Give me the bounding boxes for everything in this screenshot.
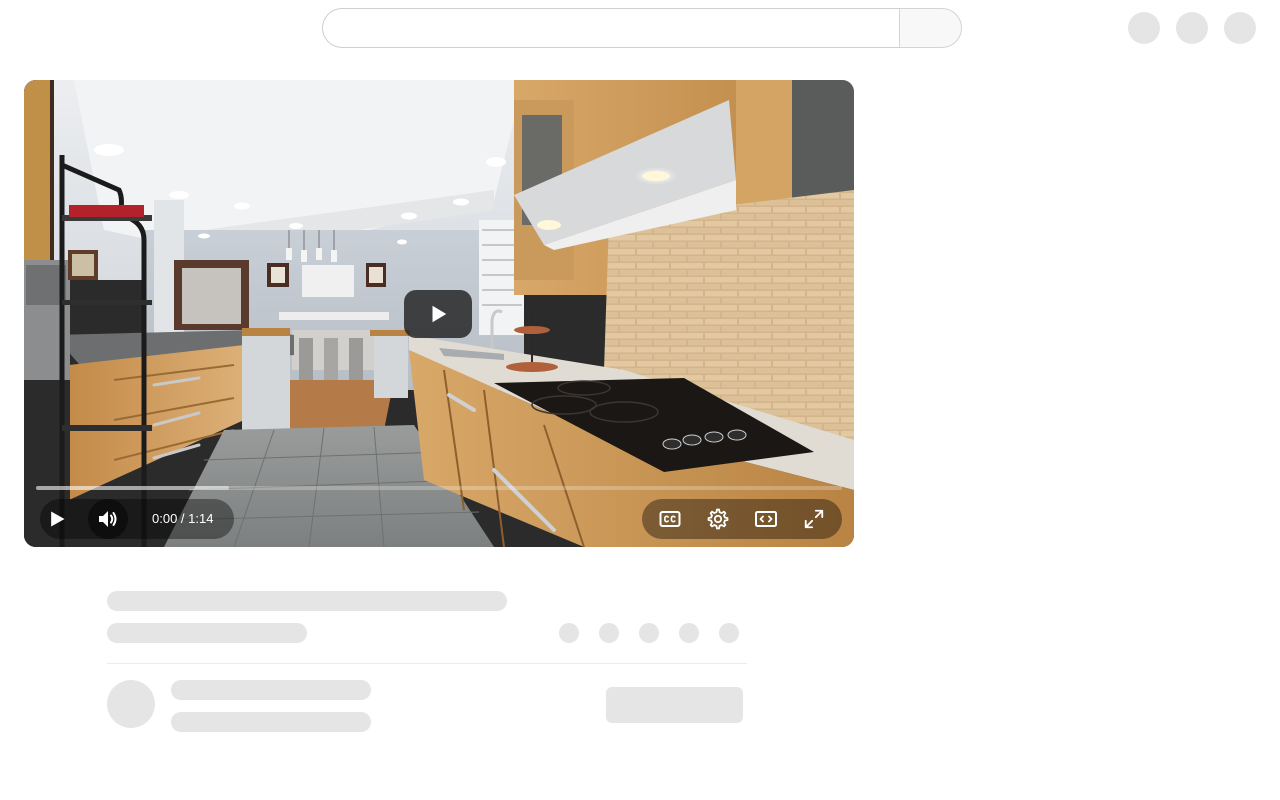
action-placeholder bbox=[599, 623, 619, 643]
closed-captions-icon bbox=[659, 511, 681, 527]
search-button[interactable] bbox=[899, 8, 962, 48]
title-placeholder bbox=[107, 591, 507, 611]
views-placeholder bbox=[107, 623, 307, 643]
duration: 1:14 bbox=[188, 511, 214, 526]
create-button[interactable] bbox=[1128, 12, 1160, 44]
divider bbox=[107, 663, 747, 664]
channel-avatar-placeholder bbox=[107, 680, 155, 728]
fullscreen-icon bbox=[804, 509, 824, 529]
notifications-button[interactable] bbox=[1176, 12, 1208, 44]
channel-name-placeholder bbox=[171, 680, 371, 700]
action-placeholder bbox=[679, 623, 699, 643]
captions-button[interactable] bbox=[650, 499, 690, 539]
volume-icon bbox=[99, 511, 117, 527]
time-separator: / bbox=[177, 511, 189, 526]
settings-button[interactable] bbox=[698, 499, 738, 539]
large-play-icon bbox=[432, 305, 447, 323]
theater-mode-icon bbox=[755, 511, 777, 527]
settings-icon bbox=[707, 508, 729, 530]
search-input[interactable] bbox=[322, 8, 899, 48]
progress-bar[interactable] bbox=[36, 486, 842, 490]
large-play-button[interactable] bbox=[404, 290, 472, 338]
video-player[interactable]: 0:00 / 1:14 bbox=[24, 80, 854, 547]
buffered-progress bbox=[36, 486, 230, 490]
theater-mode-button[interactable] bbox=[746, 499, 786, 539]
subscriber-count-placeholder bbox=[171, 712, 371, 732]
play-icon bbox=[51, 511, 65, 527]
action-placeholder bbox=[639, 623, 659, 643]
account-avatar[interactable] bbox=[1224, 12, 1256, 44]
search-bar bbox=[322, 8, 962, 48]
action-placeholder bbox=[559, 623, 579, 643]
subscribe-button-placeholder bbox=[606, 687, 743, 723]
time-display: 0:00 / 1:14 bbox=[152, 499, 213, 539]
current-time: 0:00 bbox=[152, 511, 178, 526]
fullscreen-button[interactable] bbox=[794, 499, 834, 539]
volume-button[interactable] bbox=[88, 499, 128, 539]
action-placeholder bbox=[719, 623, 739, 643]
play-button[interactable] bbox=[37, 499, 77, 539]
